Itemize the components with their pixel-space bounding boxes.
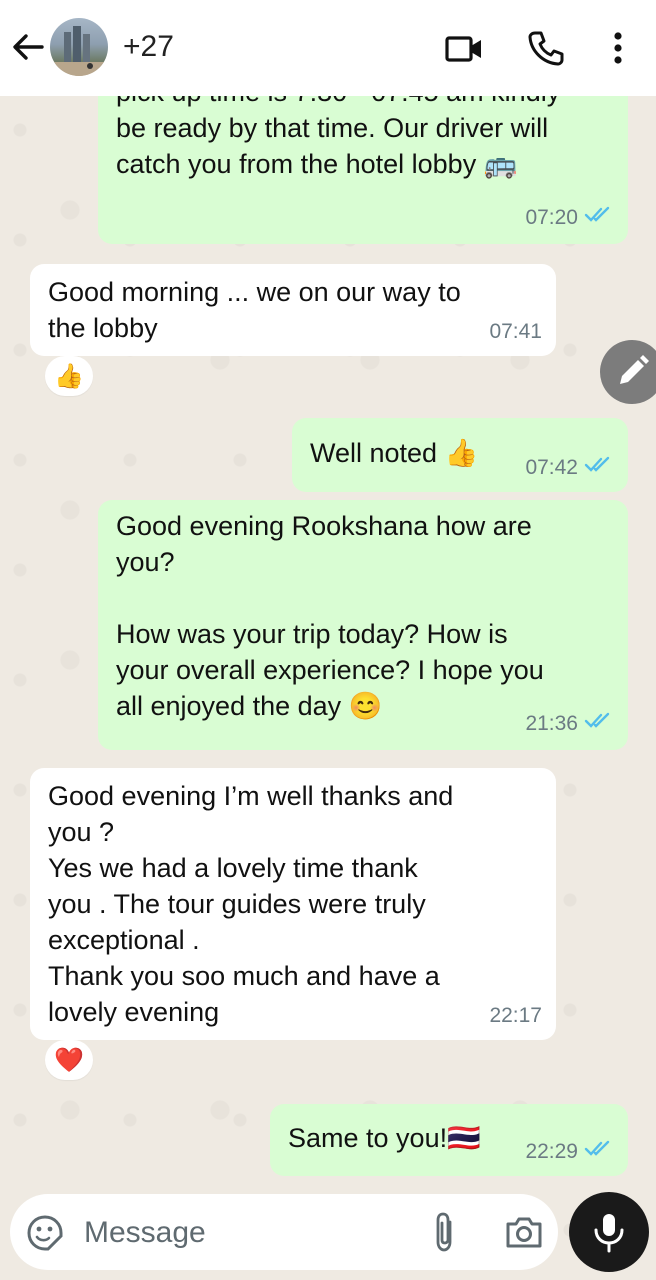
outgoing-message[interactable]: Well noted 👍 07:42	[292, 418, 628, 492]
microphone-icon	[594, 1214, 624, 1253]
message-meta: 07:42	[525, 450, 612, 486]
sticker-icon[interactable]	[26, 1214, 64, 1252]
message-time: 22:29	[525, 1139, 578, 1163]
double-check-icon	[584, 450, 612, 486]
arrow-left-icon[interactable]	[10, 30, 46, 64]
outgoing-message[interactable]: Same to you!🇹🇭 22:29	[270, 1104, 628, 1176]
message-time: 07:20	[525, 205, 578, 229]
message-text: Good morning ... we on our way to the lob…	[48, 277, 461, 343]
heart-emoji: ❤️	[54, 1046, 84, 1074]
message-time: 21:36	[525, 711, 578, 735]
message-input[interactable]: Message	[84, 1216, 206, 1250]
contact-name[interactable]: +27	[123, 30, 174, 64]
message-meta: 22:29	[525, 1134, 612, 1170]
phone-icon[interactable]	[526, 28, 566, 68]
reaction-badge[interactable]: 👍	[45, 356, 93, 396]
outgoing-message[interactable]: Good evening Rookshana how are you? How wa…	[98, 500, 628, 750]
message-time: 07:42	[525, 455, 578, 479]
reaction-badge[interactable]: ❤️	[45, 1040, 93, 1080]
message-text: Same to you!🇹🇭	[288, 1123, 481, 1153]
message-text: Good evening I’m well thanks and you ? Yes…	[48, 781, 454, 1027]
thumbs-up-emoji: 👍	[54, 362, 84, 390]
contact-avatar[interactable]	[50, 18, 108, 76]
message-composer: Message	[10, 1194, 558, 1270]
message-text: Well noted 👍	[310, 438, 479, 468]
paperclip-icon[interactable]	[428, 1210, 462, 1254]
incoming-message[interactable]: Good morning ... we on our way to the lob…	[30, 264, 556, 356]
double-check-icon	[584, 200, 612, 236]
more-vertical-icon[interactable]	[598, 28, 638, 68]
message-text: Good evening Rookshana how are you? How wa…	[116, 511, 544, 721]
double-check-icon	[584, 706, 612, 742]
camera-icon[interactable]	[504, 1214, 544, 1250]
message-meta: 21:36	[525, 706, 612, 742]
double-check-icon	[584, 1134, 612, 1170]
pencil-icon	[620, 355, 649, 384]
video-call-icon[interactable]	[444, 28, 484, 68]
chat-header: +27	[0, 0, 656, 96]
message-time: 07:41	[489, 320, 542, 343]
message-meta: 07:20	[525, 200, 612, 236]
incoming-message[interactable]: Good evening I’m well thanks and you ? Yes…	[30, 768, 556, 1040]
microphone-button[interactable]	[569, 1192, 649, 1272]
edit-fab-button[interactable]	[600, 340, 656, 404]
message-time: 22:17	[489, 1004, 542, 1027]
